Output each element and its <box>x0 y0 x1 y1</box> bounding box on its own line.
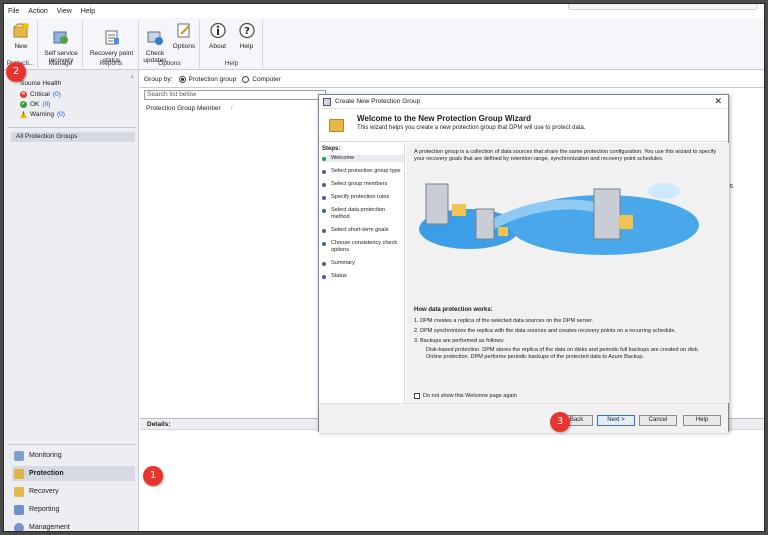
ribbon-group-help: About ? Help Help <box>201 20 263 68</box>
new-protection-group-icon <box>13 23 29 38</box>
group-by-computer-radio[interactable] <box>242 76 250 83</box>
step-select-group-members: Select group members <box>322 181 404 188</box>
recovery-point-status-icon <box>105 30 119 45</box>
source-health-ok: ✓ OK (0) <box>20 101 51 108</box>
collapse-pane-icon[interactable]: ‹ <box>131 72 134 81</box>
protection-icon <box>14 468 24 479</box>
critical-count-link[interactable]: (0) <box>53 91 61 98</box>
column-header-protection-group-member[interactable]: Protection Group Member / <box>146 105 233 112</box>
nav-recovery[interactable]: Recovery <box>12 484 135 499</box>
ok-count-link[interactable]: (0) <box>42 101 50 108</box>
data-protection-illustration <box>419 183 699 255</box>
nav-protection[interactable]: Protection <box>12 466 135 481</box>
how-item-3: 3. Backups are performed as follows: <box>414 338 505 344</box>
info-icon <box>209 22 226 39</box>
wizard-steps-list: Steps: Welcome Select protection group t… <box>319 143 405 403</box>
cancel-button[interactable]: Cancel <box>639 415 677 426</box>
warning-count-link[interactable]: (0) <box>57 111 65 118</box>
all-protection-groups-item[interactable]: All Protection Groups <box>11 132 135 142</box>
step-specify-protection-rules: Specify protection rules <box>322 194 404 201</box>
critical-icon: ✕ <box>20 91 27 98</box>
how-sub-online: Online protection. DPM performs periodic… <box>426 354 644 360</box>
nav-management[interactable]: Management <box>12 520 135 531</box>
ribbon-group-protection: New Protecti... <box>4 20 38 68</box>
dont-show-welcome-checkbox[interactable]: Do not show this Welcome page again <box>414 393 517 399</box>
step-welcome: Welcome <box>322 155 404 162</box>
dialog-title-bar: Create New Protection Group <box>319 95 728 109</box>
options-icon <box>177 23 190 38</box>
nav-monitoring[interactable]: Monitoring <box>12 448 135 463</box>
source-health-title: Source Health <box>20 80 62 87</box>
divider <box>140 87 764 88</box>
obscured-text-fragment: s <box>729 183 734 190</box>
checkbox-box[interactable] <box>414 393 420 399</box>
options-button[interactable]: Options <box>170 22 198 50</box>
ribbon: New Protecti... Self service recovery Ma… <box>4 18 764 70</box>
help-button[interactable]: ? Help <box>233 22 260 50</box>
ribbon-group-label-options: Options <box>158 60 181 67</box>
reporting-icon <box>14 504 24 515</box>
new-button[interactable]: New <box>6 22 36 50</box>
callout-marker-2: 2 <box>6 62 26 82</box>
ribbon-group-label-help: Help <box>224 60 239 67</box>
window-controls-area <box>568 4 758 10</box>
create-protection-group-dialog: Create New Protection Group ✕ Welcome to… <box>318 94 729 433</box>
step-select-data-protection-method: Select data protection method <box>322 207 404 221</box>
nav-reporting[interactable]: Reporting <box>12 502 135 517</box>
wizard-intro-text: A protection group is a collection of da… <box>414 149 717 162</box>
step-summary: Summary <box>322 260 404 267</box>
wizard-content: A protection group is a collection of da… <box>406 143 729 403</box>
menu-bar: File Action View Help <box>4 4 764 18</box>
search-input[interactable]: Search list below <box>144 90 326 100</box>
step-select-protection-group-type: Select protection group type <box>322 168 404 175</box>
callout-marker-1: 1 <box>143 466 163 486</box>
wizard-footer: < Back Next > Cancel Help <box>319 403 728 433</box>
menu-file[interactable]: File <box>8 8 19 15</box>
step-select-short-term-goals: Select short-term goals <box>322 227 404 234</box>
ribbon-group-reports: Recovery point status Reports <box>84 20 139 68</box>
management-icon <box>14 522 24 531</box>
help-question-icon: ? <box>238 22 255 39</box>
next-button[interactable]: Next > <box>597 415 635 426</box>
how-sub-disk: Disk-based protection. DPM stores the re… <box>426 347 700 353</box>
step-status: Status <box>322 273 404 280</box>
how-data-protection-works-title: How data protection works: <box>414 307 493 313</box>
help-dialog-button[interactable]: Help <box>683 415 721 426</box>
source-health-critical: ✕ Critical (0) <box>20 91 61 98</box>
step-choose-consistency-check: Choose consistency check options <box>322 240 404 254</box>
divider <box>8 444 136 445</box>
dialog-app-icon <box>323 97 331 106</box>
about-button[interactable]: About <box>204 22 231 50</box>
group-by-protection-group-radio[interactable] <box>178 76 186 83</box>
callout-marker-3: 3 <box>550 412 570 432</box>
ribbon-group-options: Check updates Options Options <box>140 20 200 68</box>
menu-action[interactable]: Action <box>28 8 47 15</box>
wizard-heading: Welcome to the New Protection Group Wiza… <box>357 114 532 123</box>
how-item-1: 1. DPM creates a replica of the selected… <box>414 318 594 324</box>
monitoring-icon <box>14 450 24 461</box>
close-icon[interactable]: ✕ <box>714 96 722 107</box>
warning-icon: ! <box>20 111 27 118</box>
self-service-recovery-icon <box>53 31 68 44</box>
recovery-icon <box>14 486 24 497</box>
group-by-label: Group by: <box>144 76 173 83</box>
navigation-pane: ‹ Source Health ✕ Critical (0) ✓ OK (0) … <box>4 70 139 531</box>
source-health-warning: ! Warning (0) <box>20 111 65 118</box>
ribbon-group-label-manage: Manage <box>48 60 73 67</box>
how-item-2: 2. DPM synchronizes the replica with the… <box>414 328 676 334</box>
wizard-subheading: This wizard helps you create a new prote… <box>357 125 586 131</box>
ribbon-group-manage: Self service recovery Manage <box>39 20 83 68</box>
divider <box>8 127 136 128</box>
ribbon-group-label-reports: Reports <box>99 60 123 67</box>
wizard-header: Welcome to the New Protection Group Wiza… <box>319 109 728 142</box>
check-updates-icon <box>147 31 163 45</box>
details-pane: Details: <box>140 418 764 531</box>
svg-text:?: ? <box>244 26 250 37</box>
menu-view[interactable]: View <box>57 8 72 15</box>
steps-title: Steps: <box>322 146 341 152</box>
menu-help[interactable]: Help <box>81 8 95 15</box>
ok-icon: ✓ <box>20 101 27 108</box>
folder-icon <box>329 119 344 132</box>
group-by-bar: Group by: Protection group Computer <box>144 76 281 83</box>
